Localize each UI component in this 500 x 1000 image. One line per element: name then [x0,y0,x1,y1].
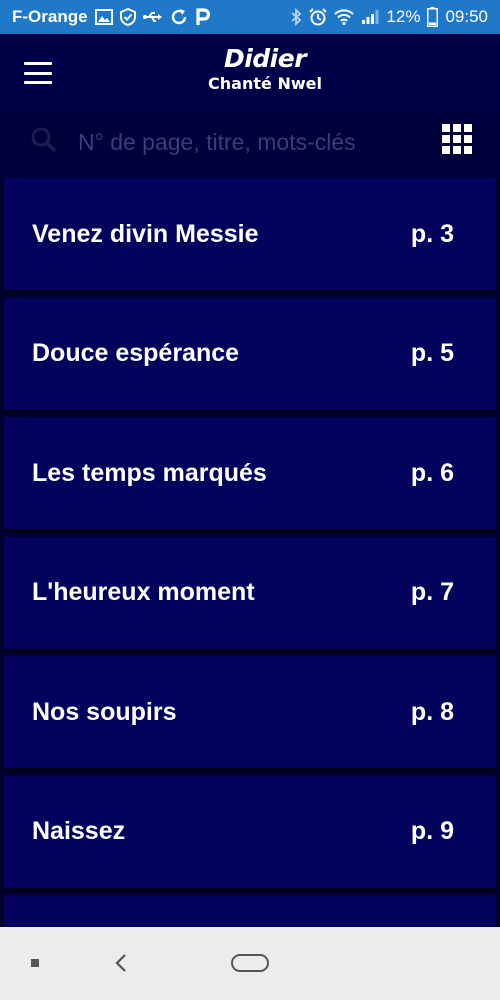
recent-apps-icon[interactable] [31,959,39,967]
search-icon [30,126,58,154]
status-left: F-Orange [12,7,290,27]
search-bar [0,112,500,174]
song-list-item[interactable]: Venez divin Messie p. 3 [4,178,496,290]
song-title: Douce espérance [32,339,240,367]
song-page: p. 9 [410,817,454,845]
song-list-item[interactable] [4,895,496,927]
song-list-item[interactable]: Naissez p. 9 [4,775,496,888]
grid-dot [442,124,450,132]
usb-icon [142,10,163,24]
grid-dot [442,146,450,154]
song-page: p. 6 [410,458,454,487]
carrier-name: F-Orange [12,7,88,26]
clock: 09:50 [445,7,488,26]
signal-icon [361,9,379,25]
menu-line [24,71,52,75]
menu-line [24,81,52,84]
song-title: L'heureux moment [32,578,255,606]
song-list: Venez divin Messie p. 3 Douce espérance … [0,178,500,927]
grid-dot [453,124,461,132]
grid-dot [464,124,472,132]
home-icon[interactable] [231,954,269,972]
grid-view-icon[interactable] [442,124,472,154]
song-list-item[interactable]: Douce espérance p. 5 [4,297,496,410]
status-right: 12% 09:50 [290,7,488,27]
song-page: p. 5 [410,339,454,367]
song-title: Les temps marqués [32,458,267,487]
battery-icon [427,7,439,27]
shield-check-icon [119,8,136,26]
app-logo: Didier Chanté Nwel [200,44,330,104]
navigation-bar [0,927,500,1000]
logo-sub-text: Chanté Nwel [208,74,322,93]
grid-dot [442,135,450,143]
battery-percent: 12% [386,7,421,26]
song-title: Nos soupirs [32,697,177,726]
song-title: Naissez [32,817,126,845]
sync-icon [170,8,188,26]
grid-dot [453,146,461,154]
wifi-icon [334,9,355,25]
song-list-item[interactable]: Nos soupirs p. 8 [4,656,496,768]
menu-line [24,62,52,65]
song-page: p. 3 [410,219,454,248]
parking-icon [195,8,211,26]
song-list-item[interactable]: Les temps marqués p. 6 [4,417,496,529]
image-icon [94,9,113,25]
back-icon[interactable] [110,951,134,975]
song-list-item[interactable]: L'heureux moment p. 7 [4,536,496,649]
grid-dot [464,146,472,154]
search-input[interactable] [66,122,406,162]
alarm-icon [309,8,328,26]
song-page: p. 8 [410,697,454,726]
song-title: Venez divin Messie [32,219,259,248]
status-bar: F-Orange 12% 09:50 [0,0,500,34]
song-page: p. 7 [410,578,454,606]
logo-main-text: Didier [223,44,307,73]
grid-dot [453,135,461,143]
hamburger-menu-icon[interactable] [22,60,54,86]
app-header: Didier Chanté Nwel [0,34,500,112]
grid-dot [464,135,472,143]
bluetooth-icon [290,8,302,26]
